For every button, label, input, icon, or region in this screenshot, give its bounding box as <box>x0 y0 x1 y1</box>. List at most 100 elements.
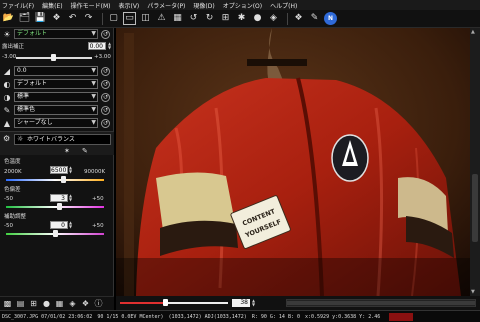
toolbar: 📂 🗂 💾 ❖ ↶ ↷ ▢ ▭ ◫ ⚠ ▦ ↺ ↻ ⊞ ✱ ● ◈ ❖ ✎ N <box>0 10 480 28</box>
pen-icon[interactable]: ✎ <box>308 12 321 25</box>
zoom-spinner[interactable]: ▲ ▼ <box>251 299 256 307</box>
white-balance-tab-label: ホワイトバランス <box>27 136 75 143</box>
settings-icon[interactable]: ❖ <box>81 299 90 308</box>
compare-icon[interactable]: ◫ <box>139 12 152 25</box>
eyedropper-icon: ✎ <box>3 105 11 115</box>
tone-value: 0.0 <box>17 67 27 74</box>
menu-options[interactable]: オプション(O) <box>223 1 262 10</box>
temperature-value[interactable]: 6500 <box>50 166 68 174</box>
photo-jacket: CONTENT YOURSELF <box>116 28 470 296</box>
gray-point-icon[interactable]: ● <box>251 12 264 25</box>
color-value: 標準色 <box>17 106 36 113</box>
exposure-slider-knob[interactable] <box>51 54 56 61</box>
temperature-label: 色温度 <box>4 159 21 165</box>
reset-icon[interactable]: ↺ <box>101 79 110 89</box>
vertical-scrollbar[interactable]: ▲ ▼ <box>470 28 480 296</box>
fine-adjust-slider-knob[interactable] <box>53 230 58 237</box>
reset-icon[interactable]: ↺ <box>101 29 110 39</box>
tint-spinner[interactable]: ▲ ▼ <box>68 194 73 202</box>
type-tool-icon[interactable]: ❖ <box>292 12 305 25</box>
undo-icon[interactable]: ↶ <box>66 12 79 25</box>
reset-icon[interactable]: ↺ <box>101 118 110 128</box>
menu-develop[interactable]: 現像(D) <box>193 1 214 10</box>
reset-icon[interactable]: ↺ <box>101 92 110 102</box>
exposure-value[interactable]: 0.00 <box>88 42 106 50</box>
rotate-left-icon[interactable]: ↺ <box>187 12 200 25</box>
menu-help[interactable]: ヘルプ(H) <box>270 1 297 10</box>
nikon-info-icon[interactable]: N <box>324 12 337 25</box>
chevron-down-icon: ▼ <box>91 93 96 100</box>
color-swatch <box>389 312 414 321</box>
menu-view[interactable]: 表示(V) <box>118 1 139 10</box>
zoom-value[interactable]: 38 <box>232 299 250 307</box>
tab-white-balance[interactable]: ☼ ホワイトバランス <box>14 134 111 145</box>
exposure-spinner[interactable]: ▲ ▼ <box>107 42 112 50</box>
contrast-icon: ◐ <box>3 79 11 89</box>
contrast-value: デフォルト <box>17 80 48 87</box>
fine-adjust-value[interactable]: 0 <box>50 221 68 229</box>
dust-icon[interactable]: ◈ <box>267 12 280 25</box>
crop-icon[interactable]: ⊞ <box>219 12 232 25</box>
zoom-slider-knob[interactable] <box>163 299 169 306</box>
redo-icon[interactable]: ↷ <box>82 12 95 25</box>
picture-control-row: ☀ デフォルト ▼ ↺ <box>0 28 114 40</box>
saturation-dropdown[interactable]: 標準 ▼ <box>14 92 98 102</box>
temperature-spinner[interactable]: ▲ ▼ <box>68 166 73 174</box>
status-file-info: DSC_3007.JPG 07/01/02 23:06:02 <box>2 313 93 320</box>
temperature-track[interactable] <box>6 179 104 181</box>
batch-icon[interactable]: ❖ <box>50 12 63 25</box>
info-icon[interactable]: ⓘ <box>94 299 103 308</box>
exposure-max: +3.00 <box>94 54 111 60</box>
rotate-right-icon[interactable]: ↻ <box>203 12 216 25</box>
retouch-icon[interactable]: ✱ <box>235 12 248 25</box>
sharpness-dropdown[interactable]: シャープなし ▼ <box>14 118 98 128</box>
crop-icon[interactable]: ⊞ <box>29 299 38 308</box>
contrast-dropdown[interactable]: デフォルト ▼ <box>14 79 98 89</box>
exposure-label: 露出補正 <box>2 44 25 50</box>
sun-icon: ☼ <box>17 135 24 143</box>
histogram-icon[interactable]: ▩ <box>3 299 12 308</box>
color-row: ✎ 標準色 ▼ ↺ <box>0 104 114 116</box>
scroll-up-icon[interactable]: ▲ <box>471 29 475 35</box>
picture-control-dropdown[interactable]: デフォルト ▼ <box>14 29 98 39</box>
grid-icon[interactable]: ▦ <box>171 12 184 25</box>
tint-value[interactable]: 3 <box>50 194 68 202</box>
menu-params[interactable]: パラメータ(P) <box>147 1 185 10</box>
lens-icon[interactable]: ◈ <box>68 299 77 308</box>
eyedropper-icon[interactable]: ✎ <box>82 147 88 155</box>
menu-edit[interactable]: 編集(E) <box>42 1 62 10</box>
fine-adjust-spinner[interactable]: ▲ ▼ <box>68 221 73 229</box>
reset-icon[interactable]: ↺ <box>101 66 110 76</box>
color-dropdown[interactable]: 標準色 ▼ <box>14 105 98 115</box>
tint-track[interactable] <box>6 206 104 208</box>
vertical-scroll-thumb[interactable] <box>472 174 478 242</box>
reset-icon[interactable]: ↺ <box>101 105 110 115</box>
toolbar-divider <box>102 12 103 25</box>
chevron-down-icon: ▼ <box>91 80 96 87</box>
sphere-icon[interactable]: ● <box>42 299 51 308</box>
folder-open-icon[interactable]: 📂 <box>2 12 15 25</box>
temperature-slider-knob[interactable] <box>61 176 66 183</box>
horizontal-scrollbar[interactable] <box>286 299 476 307</box>
browse-icon[interactable]: 🗂 <box>18 12 31 25</box>
warning-icon[interactable]: ⚠ <box>155 12 168 25</box>
status-shot-info: 90 1/15 0.0EV MCenter) <box>97 313 164 320</box>
single-view-icon[interactable]: ▢ <box>107 12 120 25</box>
scroll-down-icon[interactable]: ▼ <box>471 289 475 295</box>
tint-slider-knob[interactable] <box>57 203 62 210</box>
fit-view-icon[interactable]: ▭ <box>123 12 136 25</box>
saturation-value: 標準 <box>17 93 30 100</box>
tone-dropdown[interactable]: 0.0 ▼ <box>14 66 98 76</box>
menu-file[interactable]: ファイル(F) <box>2 1 34 10</box>
menu-mode[interactable]: 操作モード(M) <box>71 1 111 10</box>
picture-control-value: デフォルト <box>17 30 48 37</box>
image-viewer[interactable]: CONTENT YOURSELF <box>116 28 470 296</box>
gear-icon: ⚙ <box>3 134 11 143</box>
view-controls: 38 ▲ ▼ <box>116 296 480 310</box>
swatch-icon[interactable]: ▦ <box>55 299 64 308</box>
tint-max: +50 <box>92 196 104 202</box>
save-icon[interactable]: 💾 <box>34 12 47 25</box>
gray-point-icon[interactable]: ✶ <box>64 147 70 155</box>
levels-icon[interactable]: ▤ <box>16 299 25 308</box>
horizontal-scroll-thumb[interactable] <box>287 301 475 305</box>
